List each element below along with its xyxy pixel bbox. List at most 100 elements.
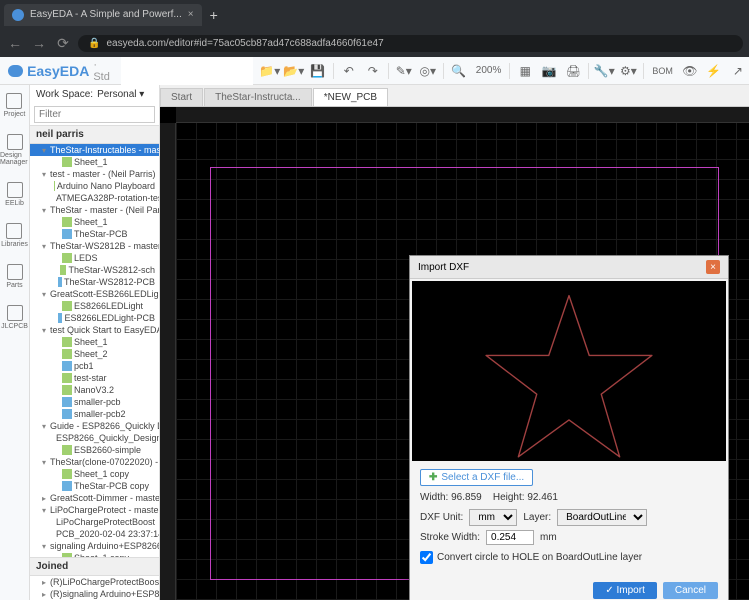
tree-item-label: TheStar-PCB copy	[74, 481, 149, 491]
tool-4[interactable]: 🔧▾	[593, 61, 615, 81]
stroke-input[interactable]	[486, 530, 534, 545]
rail-project[interactable]: Project	[4, 89, 26, 122]
tab-thestar[interactable]: TheStar-Instructa...	[204, 88, 312, 106]
tree-item[interactable]: LEDS	[30, 252, 159, 264]
tree-item[interactable]: ▾TheStar-WS2812B - master - (Neil	[30, 240, 159, 252]
sch-icon	[62, 445, 72, 455]
reload-button[interactable]: ⟳	[54, 35, 72, 52]
convert-checkbox[interactable]	[420, 551, 433, 564]
tree-item[interactable]: Sheet_2	[30, 348, 159, 360]
tool-3[interactable]: 🖨	[562, 61, 584, 81]
tab-start[interactable]: Start	[160, 88, 203, 106]
tree-item[interactable]: PCB_2020-02-04 23:37:14	[30, 528, 159, 540]
import-button[interactable]: ✓ Import	[593, 582, 657, 599]
tree-item[interactable]: ATMEGA328P-rotation-test	[30, 192, 159, 204]
pcb-canvas[interactable]: Import DXF × ✚ Select a DXF file...	[160, 107, 749, 600]
tree-item[interactable]: ▾TheStar(clone-07022020) - master	[30, 456, 159, 468]
new-tab-button[interactable]: +	[210, 7, 218, 23]
stroke-row: Stroke Width: mm	[420, 530, 718, 545]
rail-eelib[interactable]: EELib	[5, 178, 24, 211]
tree-item[interactable]: Arduino Nano Playboard	[30, 180, 159, 192]
rail-jlcpcb[interactable]: JLCPCB	[1, 301, 28, 334]
tree-item[interactable]: ▾signaling Arduino+ESP8266+SIM8	[30, 540, 159, 552]
tree-item[interactable]: ▾Guide - ESP8266_Quickly Design	[30, 420, 159, 432]
browser-tab[interactable]: EasyEDA - A Simple and Powerf... ×	[4, 4, 202, 26]
filter-input[interactable]	[34, 106, 155, 123]
workspace-selector[interactable]: Work Space: Personal ▾	[30, 85, 159, 104]
tool-6[interactable]: 👁	[679, 61, 701, 81]
tree-item[interactable]: ▸(R)signaling Arduino+ESP8266+SI	[30, 588, 159, 600]
tree-item[interactable]: smaller-pcb2	[30, 408, 159, 420]
unit-select[interactable]: mm	[469, 509, 517, 526]
tree-item[interactable]: TheStar-PCB copy	[30, 480, 159, 492]
undo-button[interactable]: ↶	[338, 61, 360, 81]
tree-item[interactable]: ES8266LEDLight	[30, 300, 159, 312]
tree-item[interactable]: ESB2660-simple	[30, 444, 159, 456]
tool-2[interactable]: 📷	[538, 61, 560, 81]
tree-item[interactable]: Sheet_1	[30, 156, 159, 168]
forward-button[interactable]: →	[30, 35, 48, 51]
redo-button[interactable]: ↷	[362, 61, 384, 81]
open-menu[interactable]: 📂▾	[283, 61, 305, 81]
rail-design-manager[interactable]: Design Manager	[0, 130, 29, 170]
file-menu[interactable]: 📁▾	[259, 61, 281, 81]
tree-item[interactable]: ▾test - master - (Neil Parris)	[30, 168, 159, 180]
sch-icon	[54, 181, 55, 191]
tree-item[interactable]: ESP8266_Quickly_Design	[30, 432, 159, 444]
tab-close-icon[interactable]: ×	[188, 9, 194, 20]
ruler-vertical	[160, 123, 176, 600]
tree-item[interactable]: NanoV3.2	[30, 384, 159, 396]
dialog-close-button[interactable]: ×	[706, 260, 720, 274]
dimensions-row: Width: 96.859 Height: 92.461	[420, 492, 718, 503]
tree-header-joined[interactable]: Joined	[30, 557, 159, 576]
tree-item[interactable]: smaller-pcb	[30, 396, 159, 408]
tree-item[interactable]: ▾TheStar - master - (Neil Parris)	[30, 204, 159, 216]
back-button[interactable]: ←	[6, 35, 24, 51]
tool-1[interactable]: ▦	[514, 61, 536, 81]
tree-item[interactable]: ▸(R)LiPoChargeProtectBoost copy -	[30, 576, 159, 588]
project-tree: ▾TheStar-Instructables - master - (NShee…	[30, 144, 159, 557]
tree-item[interactable]: Sheet_1 copy	[30, 468, 159, 480]
tree-item[interactable]: ▸GreatScott-Dimmer - master - (Nei	[30, 492, 159, 504]
tree-item[interactable]: TheStar-WS2812-PCB	[30, 276, 159, 288]
zoom-icon[interactable]: 🔍	[448, 61, 470, 81]
tree-item[interactable]: ▾TheStar-Instructables - master - (N	[30, 144, 159, 156]
rail-libraries[interactable]: Libraries	[1, 219, 28, 252]
cancel-button[interactable]: Cancel	[663, 582, 718, 599]
tree-header-user[interactable]: neil parris	[30, 125, 159, 144]
tree-item[interactable]: Sheet_1	[30, 216, 159, 228]
tree-item[interactable]: ▾GreatScott-ESB266LEDLight - mas	[30, 288, 159, 300]
tree-item[interactable]: Sheet_1	[30, 336, 159, 348]
dialog-body: ✚ Select a DXF file... Width: 96.859 Hei…	[410, 463, 728, 576]
tree-item[interactable]: TheStar-WS2812-sch	[30, 264, 159, 276]
select-dxf-button[interactable]: ✚ Select a DXF file...	[420, 469, 533, 486]
tree-item-label: test - master - (Neil Parris)	[50, 169, 156, 179]
tree-item[interactable]: ES8266LEDLight-PCB	[30, 312, 159, 324]
dialog-titlebar[interactable]: Import DXF ×	[410, 256, 728, 279]
tree-item[interactable]: TheStar-PCB	[30, 228, 159, 240]
bom-button[interactable]: BOM	[648, 66, 677, 76]
logo[interactable]: EasyEDA · Std	[8, 59, 113, 83]
rail-parts[interactable]: Parts	[6, 260, 22, 293]
tool-7[interactable]: ⚡	[703, 61, 725, 81]
tool-5[interactable]: ⚙▾	[617, 61, 639, 81]
zoom-value[interactable]: 200%	[472, 65, 506, 76]
save-button[interactable]: 💾	[307, 61, 329, 81]
url-bar[interactable]: 🔒 easyeda.com/editor#id=75ac05cb87ad47c6…	[78, 35, 743, 52]
layer-select[interactable]: BoardOutLine	[557, 509, 647, 526]
tree-item-label: Sheet_1	[74, 337, 108, 347]
tree-item[interactable]: test-star	[30, 372, 159, 384]
tree-item[interactable]: LiPoChargeProtectBoost	[30, 516, 159, 528]
edit-menu[interactable]: ✎▾	[393, 61, 415, 81]
tree-item[interactable]: pcb1	[30, 360, 159, 372]
ruler-horizontal	[176, 107, 749, 123]
pcb-icon	[62, 481, 72, 491]
place-menu[interactable]: ◎▾	[417, 61, 439, 81]
tree-item[interactable]: ▾LiPoChargeProtect - master - (Neil	[30, 504, 159, 516]
stroke-label: Stroke Width:	[420, 532, 480, 543]
tool-8[interactable]: ↗	[727, 61, 749, 81]
tab-new-pcb[interactable]: *NEW_PCB	[313, 88, 388, 106]
tree-item-label: TheStar-WS2812-sch	[68, 265, 155, 275]
sch-icon	[62, 373, 72, 383]
tree-item[interactable]: ▾test Quick Start to EasyEDA - (Ne	[30, 324, 159, 336]
